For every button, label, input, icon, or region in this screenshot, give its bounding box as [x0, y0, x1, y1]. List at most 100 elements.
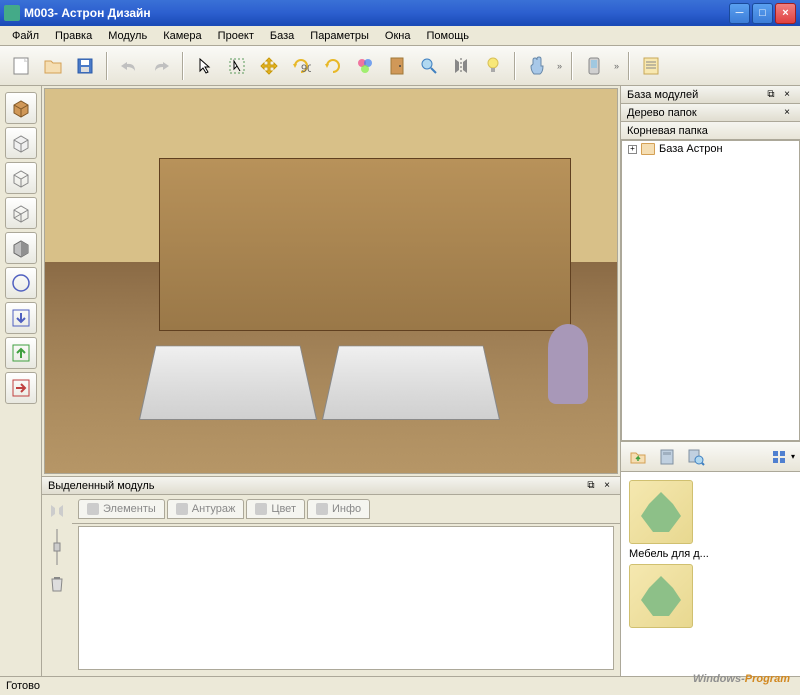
cube-wire-icon [10, 167, 32, 189]
undo-button[interactable] [114, 51, 144, 81]
menubar: Файл Правка Модуль Камера Проект База Па… [0, 26, 800, 46]
lib-server-button[interactable] [654, 445, 680, 469]
library-items[interactable]: Мебель для д... [621, 472, 800, 676]
library-item[interactable] [629, 564, 792, 628]
folder-icon [641, 143, 655, 155]
phone-button[interactable] [579, 51, 609, 81]
arrow-right-icon [10, 377, 32, 399]
new-file-icon [12, 56, 30, 76]
tree-root-label: Корневая папка [627, 125, 708, 137]
leaf-icon [641, 492, 681, 532]
door-icon [388, 56, 406, 76]
cube-solid-icon [10, 97, 32, 119]
rotate90-icon: 90 [291, 56, 311, 76]
tree-expand-icon[interactable]: + [628, 145, 637, 154]
server-icon [659, 448, 675, 466]
new-file-button[interactable] [6, 51, 36, 81]
select-button[interactable] [190, 51, 220, 81]
toolbar-separator [106, 52, 108, 80]
close-button[interactable]: × [775, 3, 796, 24]
menu-project[interactable]: Проект [210, 28, 262, 44]
color-wheel-button[interactable] [350, 51, 380, 81]
phone-icon [587, 56, 601, 76]
bottom-panel-header: Выделенный модуль ⧉ × [42, 477, 620, 495]
folder-tree[interactable]: + База Астрон [621, 140, 800, 441]
lib-up-button[interactable] [625, 445, 651, 469]
menu-edit[interactable]: Правка [47, 28, 100, 44]
window-controls: ─ □ × [729, 3, 796, 24]
library-item[interactable]: Мебель для д... [629, 480, 792, 560]
panel-undock-button[interactable]: ⧉ [764, 88, 778, 102]
cube-shade-button[interactable] [5, 232, 37, 264]
tree-panel-header: Дерево папок × [621, 104, 800, 122]
hand-button[interactable] [522, 51, 552, 81]
folder-up-icon [629, 449, 647, 465]
main-toolbar: 90 » » [0, 46, 800, 86]
bottom-panel-title: Выделенный модуль [48, 480, 154, 492]
menu-windows[interactable]: Окна [377, 28, 419, 44]
save-button[interactable] [70, 51, 100, 81]
menu-file[interactable]: Файл [4, 28, 47, 44]
tab-elements[interactable]: Элементы [78, 499, 165, 519]
3d-viewport[interactable] [44, 88, 618, 474]
panel-close-button[interactable]: × [780, 106, 794, 120]
open-button[interactable] [38, 51, 68, 81]
library-thumbnail [629, 564, 693, 628]
move-button[interactable] [254, 51, 284, 81]
right-arrow-button[interactable] [5, 372, 37, 404]
leaf-icon [641, 576, 681, 616]
tab-color[interactable]: Цвет [246, 499, 305, 519]
bed-right [322, 346, 501, 420]
tab-info[interactable]: Инфо [307, 499, 370, 519]
rotate-icon [323, 56, 343, 76]
lib-view-button[interactable]: ▾ [770, 445, 796, 469]
down-arrow-button[interactable] [5, 302, 37, 334]
toolbar-expand[interactable]: » [554, 61, 565, 71]
menu-params[interactable]: Параметры [302, 28, 377, 44]
report-button[interactable] [636, 51, 666, 81]
grid-icon [87, 503, 99, 515]
menu-help[interactable]: Помощь [418, 28, 477, 44]
maximize-button[interactable]: □ [752, 3, 773, 24]
library-panel: ▾ Мебель для д... [621, 441, 800, 676]
left-toolbar [0, 86, 42, 676]
right-panel-title: База модулей [627, 89, 698, 101]
app-icon [4, 5, 20, 21]
redo-button[interactable] [146, 51, 176, 81]
door-button[interactable] [382, 51, 412, 81]
mirror-button[interactable] [446, 51, 476, 81]
cube-wire1-button[interactable] [5, 127, 37, 159]
menu-module[interactable]: Модуль [100, 28, 155, 44]
search-server-icon [687, 448, 705, 466]
center-column: Выделенный модуль ⧉ × Элементы Антураж Ц… [42, 86, 620, 676]
cube-wire3-button[interactable] [5, 197, 37, 229]
library-thumbnail [629, 480, 693, 544]
library-item-label: Мебель для д... [629, 548, 709, 560]
trash-tool[interactable] [49, 575, 65, 593]
tree-item[interactable]: + База Астрон [622, 141, 799, 157]
rotate-button[interactable] [318, 51, 348, 81]
tree-root-header: Корневая папка [621, 122, 800, 140]
window-title: M003- Астрон Дизайн [24, 6, 729, 20]
lib-search-button[interactable] [683, 445, 709, 469]
rotate90-button[interactable]: 90 [286, 51, 316, 81]
panel-close-button[interactable]: × [780, 88, 794, 102]
tab-entourage[interactable]: Антураж [167, 499, 245, 519]
panel-close-button[interactable]: × [600, 479, 614, 493]
up-arrow-button[interactable] [5, 337, 37, 369]
toolbar-separator [514, 52, 516, 80]
marquee-button[interactable] [222, 51, 252, 81]
cube-solid-button[interactable] [5, 92, 37, 124]
bulb-button[interactable] [478, 51, 508, 81]
slider-tool[interactable] [53, 527, 61, 567]
flip-tool[interactable] [47, 503, 67, 519]
toolbar-expand[interactable]: » [611, 61, 622, 71]
cursor-icon [196, 57, 214, 75]
menu-camera[interactable]: Камера [155, 28, 209, 44]
zoom-button[interactable] [414, 51, 444, 81]
menu-base[interactable]: База [262, 28, 302, 44]
panel-undock-button[interactable]: ⧉ [584, 479, 598, 493]
circle-button[interactable] [5, 267, 37, 299]
cube-wire2-button[interactable] [5, 162, 37, 194]
minimize-button[interactable]: ─ [729, 3, 750, 24]
